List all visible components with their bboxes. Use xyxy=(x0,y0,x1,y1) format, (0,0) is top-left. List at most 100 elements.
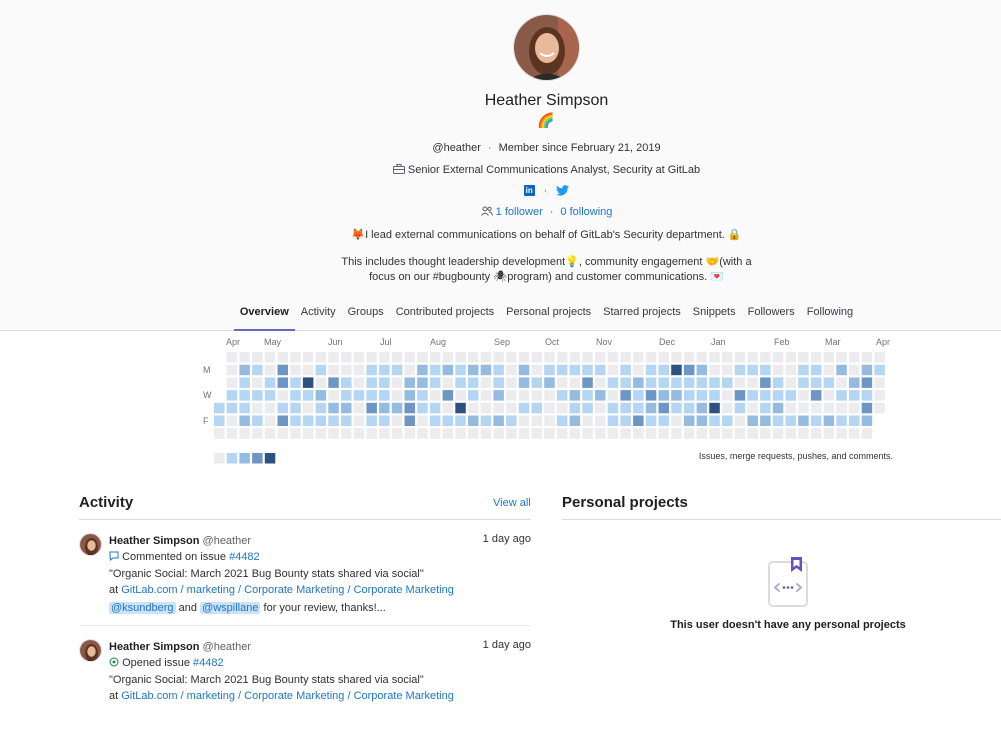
calendar-day-cell[interactable] xyxy=(518,428,530,439)
calendar-day-cell[interactable] xyxy=(315,377,327,388)
calendar-day-cell[interactable] xyxy=(252,415,263,427)
calendar-day-cell[interactable] xyxy=(823,352,835,363)
calendar-day-cell[interactable] xyxy=(468,415,479,427)
calendar-day-cell[interactable] xyxy=(747,390,758,401)
calendar-day-cell[interactable] xyxy=(595,390,606,401)
calendar-day-cell[interactable] xyxy=(493,415,504,427)
calendar-day-cell[interactable] xyxy=(341,415,352,427)
calendar-day-cell[interactable] xyxy=(290,364,301,376)
calendar-day-cell[interactable] xyxy=(836,415,847,427)
calendar-day-cell[interactable] xyxy=(861,415,873,427)
calendar-day-cell[interactable] xyxy=(810,390,822,401)
calendar-day-cell[interactable] xyxy=(366,377,377,388)
calendar-day-cell[interactable] xyxy=(633,364,644,376)
calendar-day-cell[interactable] xyxy=(620,377,631,388)
calendar-day-cell[interactable] xyxy=(531,415,543,427)
calendar-day-cell[interactable] xyxy=(353,415,365,427)
calendar-day-cell[interactable] xyxy=(607,364,619,376)
calendar-day-cell[interactable] xyxy=(645,352,657,363)
calendar-day-cell[interactable] xyxy=(658,415,670,427)
calendar-day-cell[interactable] xyxy=(468,364,479,376)
calendar-day-cell[interactable] xyxy=(836,364,847,376)
calendar-day-cell[interactable] xyxy=(277,415,289,427)
following-link[interactable]: 0 following xyxy=(560,206,612,218)
calendar-day-cell[interactable] xyxy=(480,364,492,376)
calendar-day-cell[interactable] xyxy=(328,352,339,363)
calendar-day-cell[interactable] xyxy=(544,377,555,388)
calendar-day-cell[interactable] xyxy=(417,415,428,427)
calendar-day-cell[interactable] xyxy=(290,402,301,414)
calendar-day-cell[interactable] xyxy=(683,402,695,414)
calendar-day-cell[interactable] xyxy=(391,377,403,388)
calendar-day-cell[interactable] xyxy=(366,415,377,427)
calendar-day-cell[interactable] xyxy=(315,390,327,401)
calendar-day-cell[interactable] xyxy=(810,364,822,376)
calendar-day-cell[interactable] xyxy=(607,390,619,401)
calendar-day-cell[interactable] xyxy=(544,352,555,363)
calendar-day-cell[interactable] xyxy=(480,402,492,414)
calendar-day-cell[interactable] xyxy=(480,390,492,401)
calendar-day-cell[interactable] xyxy=(620,364,631,376)
calendar-day-cell[interactable] xyxy=(582,390,593,401)
calendar-day-cell[interactable] xyxy=(404,352,416,363)
calendar-day-cell[interactable] xyxy=(518,364,530,376)
calendar-day-cell[interactable] xyxy=(620,390,631,401)
calendar-day-cell[interactable] xyxy=(417,402,428,414)
calendar-day-cell[interactable] xyxy=(849,415,860,427)
calendar-day-cell[interactable] xyxy=(683,377,695,388)
calendar-day-cell[interactable] xyxy=(468,428,479,439)
calendar-day-cell[interactable] xyxy=(810,352,822,363)
calendar-day-cell[interactable] xyxy=(531,352,543,363)
calendar-day-cell[interactable] xyxy=(341,428,352,439)
calendar-day-cell[interactable] xyxy=(328,428,339,439)
calendar-day-cell[interactable] xyxy=(683,390,695,401)
calendar-day-cell[interactable] xyxy=(455,428,466,439)
calendar-day-cell[interactable] xyxy=(645,402,657,414)
calendar-day-cell[interactable] xyxy=(506,415,517,427)
calendar-day-cell[interactable] xyxy=(252,390,263,401)
calendar-day-cell[interactable] xyxy=(671,415,682,427)
calendar-day-cell[interactable] xyxy=(277,428,289,439)
calendar-day-cell[interactable] xyxy=(226,352,238,363)
calendar-day-cell[interactable] xyxy=(506,390,517,401)
calendar-day-cell[interactable] xyxy=(264,428,276,439)
calendar-day-cell[interactable] xyxy=(861,352,873,363)
calendar-day-cell[interactable] xyxy=(823,390,835,401)
calendar-day-cell[interactable] xyxy=(366,364,377,376)
calendar-day-cell[interactable] xyxy=(734,428,746,439)
calendar-day-cell[interactable] xyxy=(556,415,568,427)
calendar-day-cell[interactable] xyxy=(582,364,593,376)
calendar-day-cell[interactable] xyxy=(391,352,403,363)
calendar-day-cell[interactable] xyxy=(722,390,733,401)
calendar-day-cell[interactable] xyxy=(315,364,327,376)
calendar-day-cell[interactable] xyxy=(696,428,708,439)
calendar-day-cell[interactable] xyxy=(544,390,555,401)
calendar-day-cell[interactable] xyxy=(836,390,847,401)
calendar-day-cell[interactable] xyxy=(353,377,365,388)
calendar-day-cell[interactable] xyxy=(480,352,492,363)
calendar-day-cell[interactable] xyxy=(366,390,377,401)
calendar-day-cell[interactable] xyxy=(239,415,250,427)
calendar-day-cell[interactable] xyxy=(874,352,885,363)
calendar-day-cell[interactable] xyxy=(518,352,530,363)
calendar-day-cell[interactable] xyxy=(861,377,873,388)
calendar-day-cell[interactable] xyxy=(785,364,797,376)
calendar-day-cell[interactable] xyxy=(849,402,860,414)
calendar-day-cell[interactable] xyxy=(696,364,708,376)
mention-link[interactable]: @ksundberg xyxy=(109,602,176,614)
calendar-day-cell[interactable] xyxy=(290,415,301,427)
calendar-day-cell[interactable] xyxy=(315,415,327,427)
calendar-day-cell[interactable] xyxy=(214,402,225,414)
calendar-day-cell[interactable] xyxy=(226,428,238,439)
calendar-day-cell[interactable] xyxy=(417,390,428,401)
calendar-day-cell[interactable] xyxy=(607,377,619,388)
calendar-day-cell[interactable] xyxy=(645,415,657,427)
calendar-day-cell[interactable] xyxy=(277,402,289,414)
calendar-day-cell[interactable] xyxy=(277,352,289,363)
calendar-day-cell[interactable] xyxy=(747,377,758,388)
calendar-day-cell[interactable] xyxy=(518,377,530,388)
calendar-day-cell[interactable] xyxy=(379,415,390,427)
calendar-day-cell[interactable] xyxy=(353,390,365,401)
calendar-day-cell[interactable] xyxy=(696,352,708,363)
calendar-day-cell[interactable] xyxy=(353,352,365,363)
